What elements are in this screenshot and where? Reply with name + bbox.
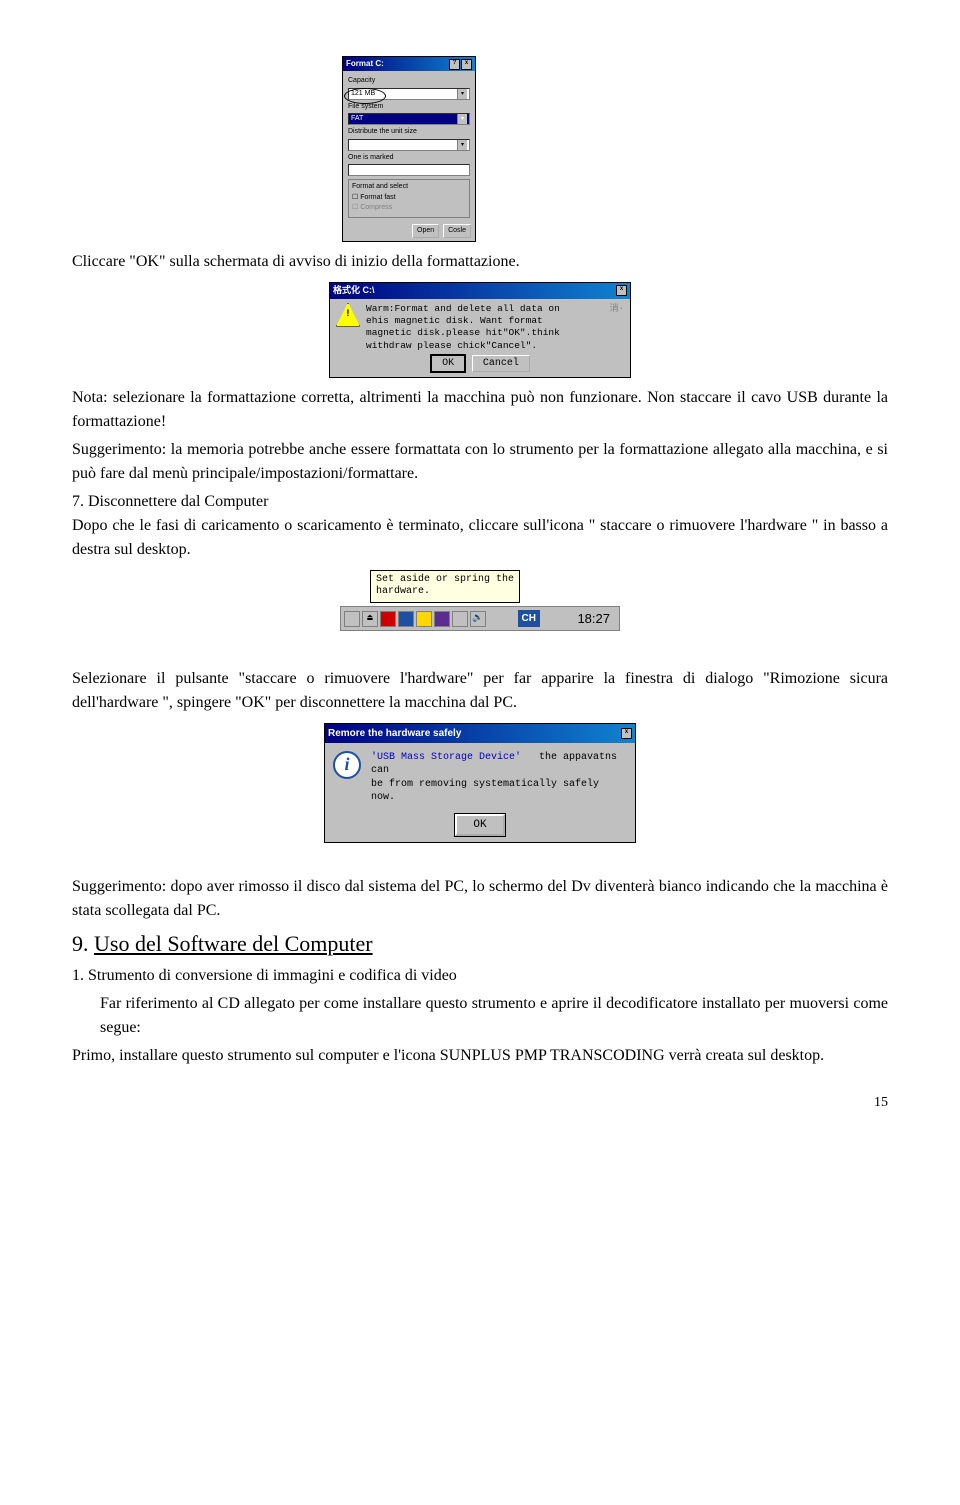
format-title: Format C: [346,58,384,70]
remove-hw-titlebar: Remore the hardware safely x [325,724,635,743]
info-icon: i [333,751,361,779]
group-label: Format and select [352,182,466,193]
fs-field[interactable]: FAT▾ [348,113,470,125]
chevron-down-icon[interactable]: ▾ [457,140,467,150]
systray-figure: Set aside or spring the hardware. ⏏ 🔊 CH… [72,570,888,635]
close-button[interactable]: Cosle [443,224,471,239]
format-titlebar: Format C: ? x [343,57,475,71]
open-button[interactable]: Open [412,224,439,239]
compress-check: ☐ Compress [352,203,466,214]
unit-label: Distribute the unit size [348,127,470,138]
tray-icon-red[interactable] [380,611,396,627]
remove-hw-text: 'USB Mass Storage Device' the appavatns … [371,751,627,805]
unit-field[interactable]: ▾ [348,139,470,151]
tray-icon-1[interactable] [344,611,360,627]
paragraph: Suggerimento: dopo aver rimosso il disco… [72,875,888,923]
paragraph: Selezionare il pulsante "staccare o rimu… [72,667,888,715]
taskbar: ⏏ 🔊 CH 18:27 [340,606,620,632]
warning-icon [336,303,360,327]
chevron-down-icon[interactable]: ▾ [457,89,467,99]
cancel-button[interactable]: Cancel [472,355,530,372]
warning-dialog-figure: 格式化 C:\ x Warm:Format and delete all dat… [72,282,888,378]
close-icon[interactable]: x [616,285,627,296]
tray-volume-icon[interactable]: 🔊 [470,611,486,627]
format-dialog-figure: Format C: ? x Capacity 121 MB▾ File syst… [342,56,888,242]
tray-eject-icon[interactable]: ⏏ [362,611,378,627]
subsection-title: 1. Strumento di conversione di immagini … [72,964,888,988]
tray-icon-blue[interactable] [398,611,414,627]
paragraph: Far riferimento al CD allegato per come … [100,992,888,1040]
close-icon[interactable]: x [461,59,472,70]
paragraph: Cliccare "OK" sulla schermata di avviso … [72,250,888,274]
chevron-down-icon[interactable]: ▾ [457,114,467,124]
tooltip: Set aside or spring the hardware. [370,570,520,603]
capacity-field[interactable]: 121 MB▾ [348,88,470,100]
warning-titlebar: 格式化 C:\ x [330,283,630,299]
remove-hw-title: Remore the hardware safely [328,726,461,741]
ok-button[interactable]: OK [455,814,504,837]
clock: 18:27 [571,609,616,629]
ok-button[interactable]: OK [430,354,466,373]
page-number: 15 [72,1092,888,1113]
tray-icon-purple[interactable] [434,611,450,627]
fs-label: File system [348,102,470,113]
help-icon[interactable]: ? [449,59,460,70]
language-indicator[interactable]: CH [518,610,540,627]
close-icon[interactable]: x [621,728,632,739]
format-options-group: Format and select ☐ Format fast ☐ Compre… [348,179,470,218]
paragraph: Primo, installare questo strumento sul c… [72,1044,888,1068]
capacity-label: Capacity [348,76,470,87]
fast-format-check[interactable]: ☐ Format fast [352,193,466,204]
marked-field[interactable] [348,164,470,176]
warning-title: 格式化 C:\ [333,284,375,298]
format-dialog: Format C: ? x Capacity 121 MB▾ File syst… [342,56,476,242]
marked-label: One is marked [348,153,470,164]
tray-icon-grey[interactable] [452,611,468,627]
section-7: 7. Disconnettere dal Computer Dopo che l… [72,490,888,562]
remove-hardware-dialog: Remore the hardware safely x i 'USB Mass… [324,723,636,844]
warning-dialog: 格式化 C:\ x Warm:Format and delete all dat… [329,282,631,378]
side-glyph: 消· [610,303,624,352]
remove-hardware-figure: Remore the hardware safely x i 'USB Mass… [72,723,888,844]
section-9-heading: 9. Uso del Software del Computer [72,927,888,960]
paragraph: Suggerimento: la memoria potrebbe anche … [72,438,888,486]
warning-text: Warm:Format and delete all data on ehis … [366,303,604,352]
tray-icon-yellow[interactable] [416,611,432,627]
systray: Set aside or spring the hardware. ⏏ 🔊 CH… [340,570,620,632]
paragraph: Nota: selezionare la formattazione corre… [72,386,888,434]
